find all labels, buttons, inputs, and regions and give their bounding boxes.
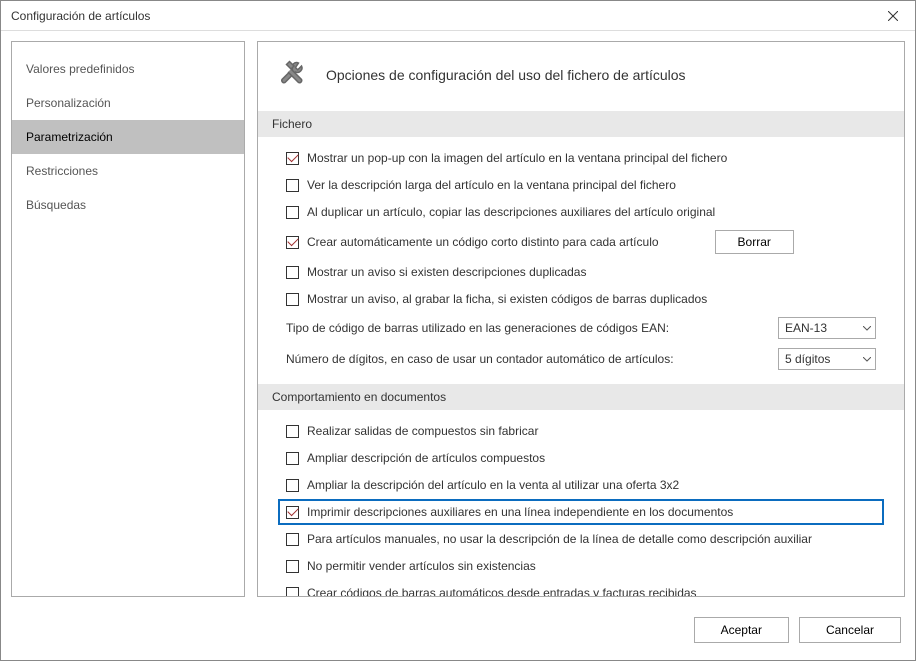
- close-icon: [888, 11, 898, 21]
- highlighted-checkbox-row: Imprimir descripciones auxiliares en una…: [278, 499, 884, 525]
- checkbox-label: Crear automáticamente un código corto di…: [307, 235, 659, 249]
- section-body-comportamiento: Realizar salidas de compuestos sin fabri…: [258, 410, 904, 596]
- content-area: Valores predefinidos Personalización Par…: [1, 31, 915, 607]
- checkbox-row: Ampliar la descripción del artículo en l…: [286, 476, 876, 494]
- sidebar-item-label: Personalización: [26, 96, 111, 110]
- accept-button[interactable]: Aceptar: [694, 617, 789, 643]
- select-digitos[interactable]: 5 dígitos: [778, 348, 876, 370]
- sidebar: Valores predefinidos Personalización Par…: [11, 41, 245, 597]
- window-title: Configuración de artículos: [11, 9, 150, 23]
- checkbox-row: Mostrar un aviso si existen descripcione…: [286, 263, 876, 281]
- titlebar: Configuración de artículos: [1, 1, 915, 31]
- checkbox-row: Crear automáticamente un código corto di…: [286, 230, 876, 254]
- checkbox-label: Crear códigos de barras automáticos desd…: [307, 586, 697, 596]
- tools-icon: [276, 57, 312, 93]
- cancel-button[interactable]: Cancelar: [799, 617, 901, 643]
- select-row: Tipo de código de barras utilizado en la…: [286, 317, 876, 339]
- select-value: EAN-13: [785, 321, 827, 335]
- main-panel: Opciones de configuración del uso del fi…: [257, 41, 905, 597]
- checkbox-sin-exist[interactable]: [286, 560, 299, 573]
- checkbox-row: No permitir vender artículos sin existen…: [286, 557, 876, 575]
- section-header-comportamiento: Comportamiento en documentos: [258, 384, 904, 410]
- sidebar-item-label: Restricciones: [26, 164, 98, 178]
- section-body-fichero: Mostrar un pop-up con la imagen del artí…: [258, 137, 904, 384]
- checkbox-salidas[interactable]: [286, 425, 299, 438]
- checkbox-label: Mostrar un pop-up con la imagen del artí…: [307, 151, 727, 165]
- checkbox-ampliar-comp[interactable]: [286, 452, 299, 465]
- sidebar-item-label: Parametrización: [26, 130, 113, 144]
- checkbox-aviso-dup[interactable]: [286, 266, 299, 279]
- checkbox-label: Mostrar un aviso, al grabar la ficha, si…: [307, 292, 707, 306]
- checkbox-label: Ampliar descripción de artículos compues…: [307, 451, 545, 465]
- borrar-button[interactable]: Borrar: [715, 230, 794, 254]
- footer: Aceptar Cancelar: [1, 607, 915, 652]
- main-header: Opciones de configuración del uso del fi…: [258, 42, 904, 111]
- checkbox-row: Ampliar descripción de artículos compues…: [286, 449, 876, 467]
- field-label: Tipo de código de barras utilizado en la…: [286, 321, 669, 335]
- checkbox-label: Para artículos manuales, no usar la desc…: [307, 532, 812, 546]
- checkbox-codigo-corto[interactable]: [286, 236, 299, 249]
- section-header-fichero: Fichero: [258, 111, 904, 137]
- checkbox-label: Ampliar la descripción del artículo en l…: [307, 478, 679, 492]
- checkbox-desc-larga[interactable]: [286, 179, 299, 192]
- checkbox-label: Al duplicar un artículo, copiar las desc…: [307, 205, 715, 219]
- checkbox-row: Mostrar un pop-up con la imagen del artí…: [286, 149, 876, 167]
- checkbox-imprimir-aux[interactable]: [286, 506, 299, 519]
- checkbox-manuales[interactable]: [286, 533, 299, 546]
- field-label: Número de dígitos, en caso de usar un co…: [286, 352, 674, 366]
- sidebar-item-personalizacion[interactable]: Personalización: [12, 86, 244, 120]
- select-value: 5 dígitos: [785, 352, 830, 366]
- select-tipo-barras[interactable]: EAN-13: [778, 317, 876, 339]
- checkbox-row: Para artículos manuales, no usar la desc…: [286, 530, 876, 548]
- chevron-down-icon: [863, 357, 871, 362]
- checkbox-row: Crear códigos de barras automáticos desd…: [286, 584, 876, 596]
- sidebar-item-valores[interactable]: Valores predefinidos: [12, 52, 244, 86]
- checkbox-label: Imprimir descripciones auxiliares en una…: [307, 505, 733, 519]
- chevron-down-icon: [863, 326, 871, 331]
- checkbox-duplicar[interactable]: [286, 206, 299, 219]
- scroll-area[interactable]: Fichero Mostrar un pop-up con la imagen …: [258, 111, 904, 596]
- checkbox-label: Ver la descripción larga del artículo en…: [307, 178, 676, 192]
- checkbox-popup[interactable]: [286, 152, 299, 165]
- checkbox-label: Mostrar un aviso si existen descripcione…: [307, 265, 586, 279]
- checkbox-row: Ver la descripción larga del artículo en…: [286, 176, 876, 194]
- sidebar-item-parametrizacion[interactable]: Parametrización: [12, 120, 244, 154]
- checkbox-barras-auto[interactable]: [286, 587, 299, 597]
- select-row: Número de dígitos, en caso de usar un co…: [286, 348, 876, 370]
- sidebar-item-restricciones[interactable]: Restricciones: [12, 154, 244, 188]
- checkbox-row: Mostrar un aviso, al grabar la ficha, si…: [286, 290, 876, 308]
- checkbox-label: Realizar salidas de compuestos sin fabri…: [307, 424, 538, 438]
- checkbox-aviso-barras[interactable]: [286, 293, 299, 306]
- checkbox-row: Realizar salidas de compuestos sin fabri…: [286, 422, 876, 440]
- sidebar-item-label: Valores predefinidos: [26, 62, 135, 76]
- sidebar-item-label: Búsquedas: [26, 198, 86, 212]
- sidebar-item-busquedas[interactable]: Búsquedas: [12, 188, 244, 222]
- checkbox-label: No permitir vender artículos sin existen…: [307, 559, 536, 573]
- checkbox-ampliar-3x2[interactable]: [286, 479, 299, 492]
- close-button[interactable]: [870, 1, 915, 30]
- checkbox-row: Al duplicar un artículo, copiar las desc…: [286, 203, 876, 221]
- page-title: Opciones de configuración del uso del fi…: [326, 67, 686, 83]
